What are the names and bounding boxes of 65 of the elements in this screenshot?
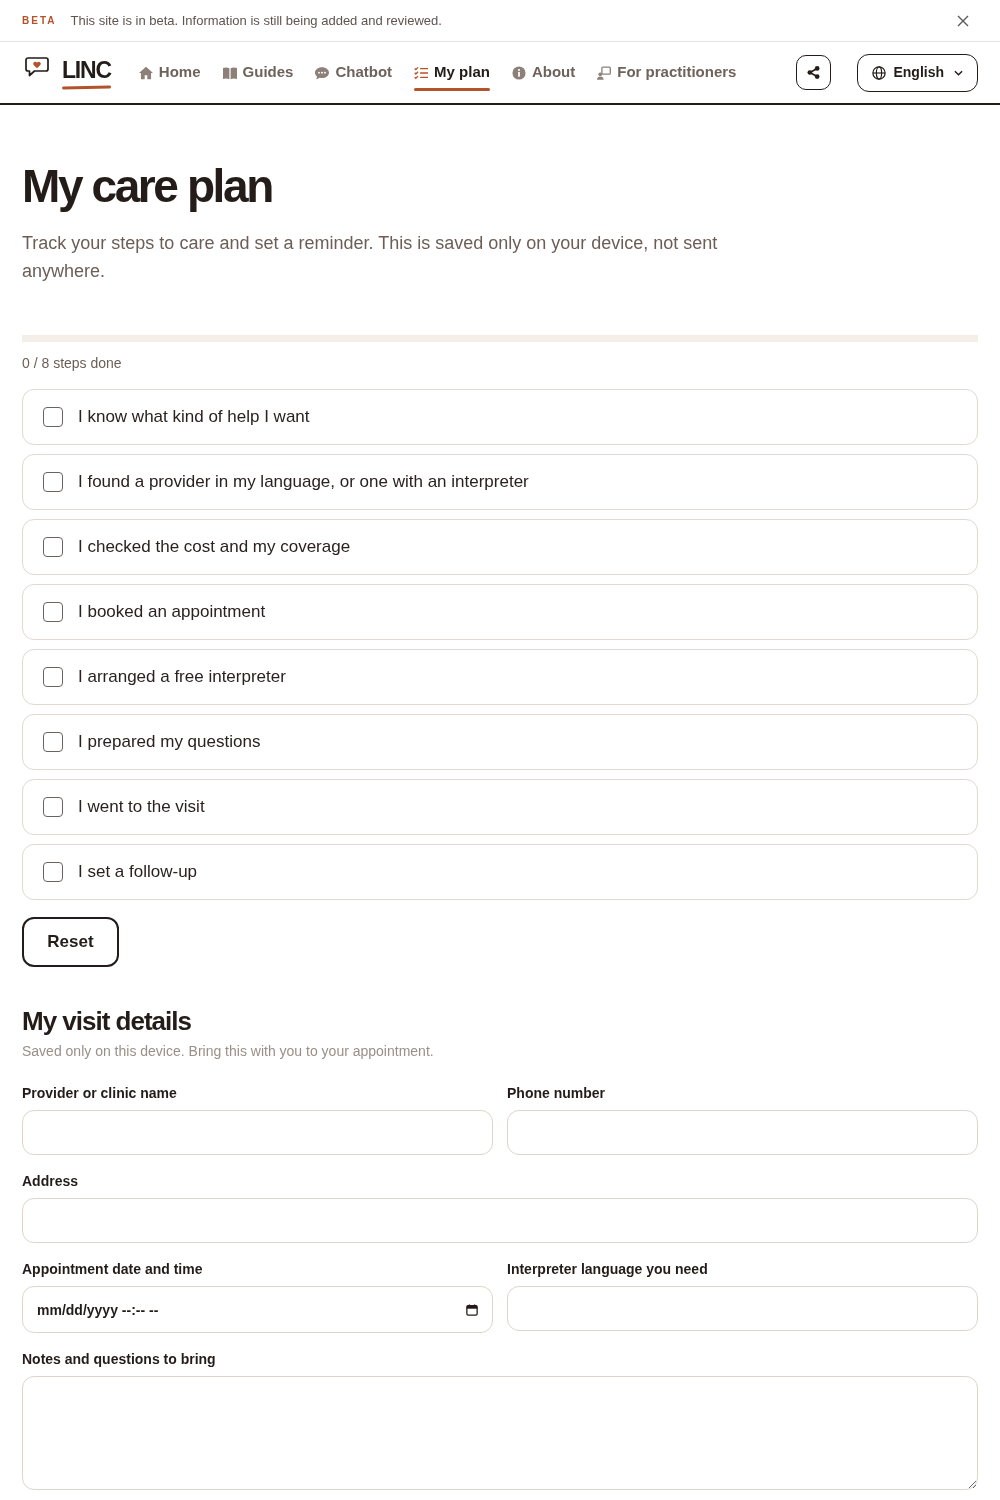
reset-button[interactable]: Reset: [22, 917, 119, 967]
step-checkbox[interactable]: [43, 602, 63, 622]
checklist-icon: [414, 65, 429, 80]
step-label: I know what kind of help I want: [78, 406, 310, 429]
presenter-icon: [597, 65, 612, 80]
nav-link[interactable]: About: [511, 54, 576, 91]
beta-label: BETA: [22, 14, 57, 28]
chat-bubble-icon: [315, 65, 330, 80]
step-label: I checked the cost and my coverage: [78, 536, 351, 559]
nav-link[interactable]: Home: [138, 54, 201, 91]
step-checkbox[interactable]: [43, 407, 63, 427]
checklist-item[interactable]: I went to the visit: [22, 779, 978, 835]
step-label: I prepared my questions: [78, 731, 261, 754]
step-label: I went to the visit: [78, 796, 205, 819]
field-label: Notes and questions to bring: [22, 1350, 217, 1369]
step-label: I found a provider in my language, or one with an interpreter: [78, 471, 529, 494]
share-icon: [807, 66, 821, 79]
close-button[interactable]: [957, 14, 969, 27]
field-label: Appointment date and time: [22, 1260, 204, 1279]
info-icon: [511, 65, 526, 80]
checklist-item[interactable]: I set a follow-up: [22, 844, 978, 900]
date-time-field[interactable]: mm/dd/yyyy --:-- --: [22, 1286, 493, 1333]
checklist-item[interactable]: I know what kind of help I want: [22, 389, 978, 445]
home-icon: [138, 65, 153, 80]
page-title: My care plan: [22, 160, 273, 212]
step-label: I arranged a free interpreter: [78, 666, 286, 689]
nav-link[interactable]: For practitioners: [597, 54, 737, 91]
input-field[interactable]: [22, 1198, 978, 1243]
nav-link[interactable]: Chatbot: [315, 54, 393, 91]
intro-text: Track your steps to care and set a reminder. This is saved only on your device, not sent anywhere.: [22, 232, 719, 283]
close-icon: [957, 14, 969, 27]
nav-link[interactable]: My plan: [414, 54, 490, 91]
step-checkbox[interactable]: [43, 472, 63, 492]
progress-text: 0 / 8 steps done: [22, 354, 123, 373]
language-button[interactable]: English: [857, 53, 978, 92]
input-field[interactable]: [22, 1110, 493, 1155]
step-checkbox[interactable]: [43, 732, 63, 752]
step-label: I set a follow-up: [78, 861, 198, 884]
globe-icon: [872, 65, 887, 80]
input-field[interactable]: [507, 1110, 978, 1155]
nav-link[interactable]: Guides: [222, 54, 294, 91]
field-label: Provider or clinic name: [22, 1084, 178, 1103]
section-heading: My visit details: [22, 1006, 192, 1037]
share-button[interactable]: [796, 55, 832, 90]
field-label: Interpreter language you need: [507, 1260, 709, 1279]
checklist-item[interactable]: I arranged a free interpreter: [22, 649, 978, 705]
logo-icon: [25, 56, 49, 77]
checklist-item[interactable]: I prepared my questions: [22, 714, 978, 770]
brand-logo[interactable]: LINC: [25, 56, 111, 89]
step-checkbox[interactable]: [43, 797, 63, 817]
beta-message: This site is in beta. Information is still being added and reviewed.: [70, 11, 442, 30]
field-label: Address: [22, 1172, 80, 1191]
step-checkbox[interactable]: [43, 537, 63, 557]
field-label: Phone number: [507, 1084, 606, 1103]
book-icon: [222, 65, 237, 80]
section-note: Saved only on this device. Bring this with you to your appointment.: [22, 1042, 435, 1061]
input-field[interactable]: [507, 1286, 978, 1331]
checklist-item[interactable]: I found a provider in my language, or one with an interpreter: [22, 454, 978, 510]
step-checkbox[interactable]: [43, 667, 63, 687]
checklist-item[interactable]: I booked an appointment: [22, 584, 978, 640]
chevron-down-icon: [954, 69, 963, 76]
step-checkbox[interactable]: [43, 862, 63, 882]
calendar-icon: [466, 1304, 478, 1316]
step-label: I booked an appointment: [78, 601, 266, 624]
checklist-item[interactable]: I checked the cost and my coverage: [22, 519, 978, 575]
